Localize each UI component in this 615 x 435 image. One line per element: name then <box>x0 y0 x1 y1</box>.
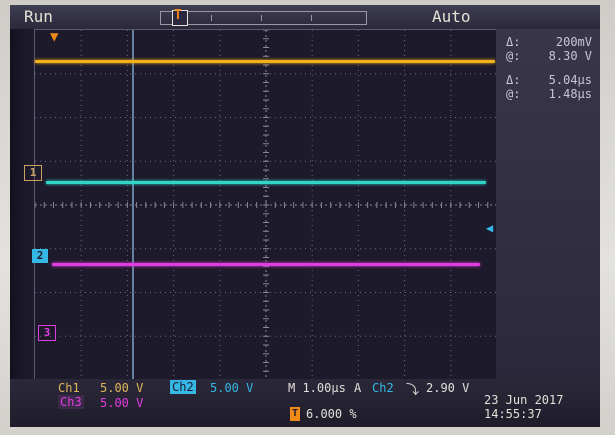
t-at-value: 1.48μs <box>548 87 592 101</box>
trace-top-yellow <box>35 60 495 63</box>
falling-edge-icon[interactable]: ⤵ <box>406 379 419 398</box>
trigger-position-value[interactable]: 6.000 % <box>306 407 357 421</box>
date-readout: 23 Jun 2017 <box>484 393 564 407</box>
ch1-ground-marker[interactable]: 1 <box>24 165 42 181</box>
trigger-prefix: A <box>354 381 362 395</box>
t-delta-value: 5.04μs <box>548 73 592 87</box>
timebase-scale[interactable]: M 1.00μs <box>288 381 346 395</box>
trace-ch1 <box>46 181 486 184</box>
ch1-label[interactable]: Ch1 <box>58 381 80 395</box>
at-icon: @: <box>506 87 521 101</box>
trigger-position-icon: T <box>174 8 182 23</box>
ch2-scale[interactable]: 5.00 V <box>210 381 253 395</box>
waveform-graticule[interactable] <box>34 29 498 381</box>
record-tick <box>211 15 212 21</box>
record-tick <box>261 15 262 21</box>
trigger-level[interactable]: 2.90 V <box>426 381 469 395</box>
time-readout: 14:55:37 <box>484 407 542 421</box>
ch1-scale[interactable]: 5.00 V <box>100 381 143 395</box>
record-tick <box>311 15 312 21</box>
v-at-value: 8.30 V <box>548 49 592 63</box>
ch3-scale[interactable]: 5.00 V <box>100 396 143 410</box>
ch3-label[interactable]: Ch3 <box>58 395 84 409</box>
at-icon: @: <box>506 49 521 63</box>
trigger-level-arrow-icon[interactable]: ◀ <box>486 221 493 235</box>
trigger-mode: Auto <box>432 7 471 26</box>
ch2-ground-marker[interactable]: 2 <box>32 249 48 263</box>
ch2-label[interactable]: Ch2 <box>170 380 196 394</box>
ch3-ground-marker[interactable]: 3 <box>38 325 56 341</box>
trigger-marker-icon: T <box>290 407 301 421</box>
bottom-status-bar: Ch1 5.00 V Ch2 5.00 V M 1.00μs A Ch2 ⤵ 2… <box>10 379 600 427</box>
top-status-bar: Run T Auto <box>10 5 600 29</box>
trace-ch3 <box>52 263 480 266</box>
v-delta-value: 200mV <box>555 35 592 49</box>
trigger-source[interactable]: Ch2 <box>372 381 394 395</box>
record-length-bar <box>160 11 367 25</box>
delta-icon: Δ: <box>506 73 521 87</box>
scope-screen: Run T Auto ▼ 1 2 3 ◀ Δ: 200mV @: 8.30 V … <box>10 5 600 427</box>
grid-svg <box>35 30 497 380</box>
run-status: Run <box>24 7 53 26</box>
cursor-readout-panel: Δ: 200mV @: 8.30 V Δ: 5.04μs @: 1.48μs <box>496 29 600 379</box>
delta-icon: Δ: <box>506 35 521 49</box>
